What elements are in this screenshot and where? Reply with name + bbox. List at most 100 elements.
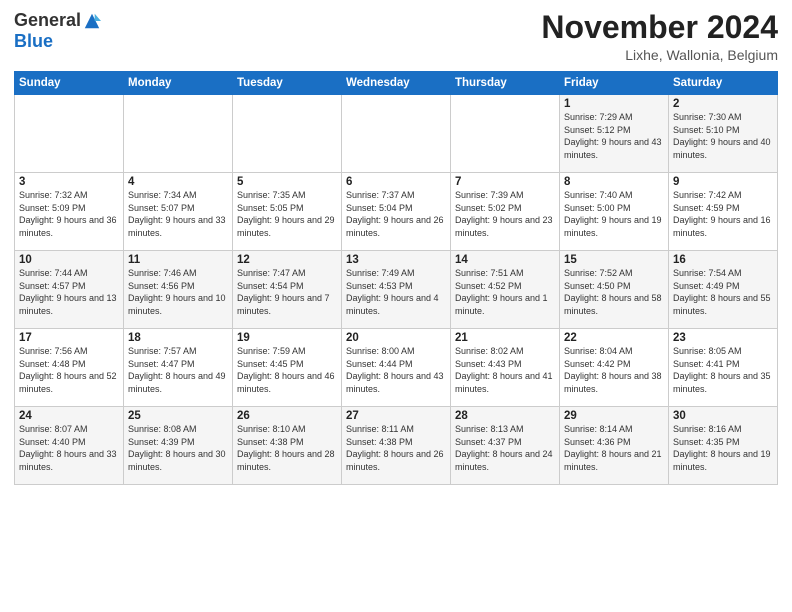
calendar-day-cell: 11Sunrise: 7:46 AMSunset: 4:56 PMDayligh… xyxy=(124,251,233,329)
day-number: 28 xyxy=(455,410,555,422)
calendar-day-cell: 3Sunrise: 7:32 AMSunset: 5:09 PMDaylight… xyxy=(15,173,124,251)
day-info: Sunrise: 8:00 AMSunset: 4:44 PMDaylight:… xyxy=(346,345,446,395)
calendar-header: SundayMondayTuesdayWednesdayThursdayFrid… xyxy=(15,72,778,95)
day-info: Sunrise: 7:51 AMSunset: 4:52 PMDaylight:… xyxy=(455,267,555,317)
weekday-header: Sunday xyxy=(15,72,124,95)
weekday-header: Thursday xyxy=(451,72,560,95)
calendar-day-cell: 24Sunrise: 8:07 AMSunset: 4:40 PMDayligh… xyxy=(15,407,124,485)
day-number: 15 xyxy=(564,254,664,266)
calendar-week-row: 10Sunrise: 7:44 AMSunset: 4:57 PMDayligh… xyxy=(15,251,778,329)
calendar-day-cell xyxy=(124,95,233,173)
day-number: 1 xyxy=(564,98,664,110)
day-info: Sunrise: 8:13 AMSunset: 4:37 PMDaylight:… xyxy=(455,423,555,473)
day-number: 20 xyxy=(346,332,446,344)
day-info: Sunrise: 7:54 AMSunset: 4:49 PMDaylight:… xyxy=(673,267,773,317)
calendar-day-cell xyxy=(233,95,342,173)
day-info: Sunrise: 7:52 AMSunset: 4:50 PMDaylight:… xyxy=(564,267,664,317)
logo-general-text: General xyxy=(14,10,81,31)
day-number: 7 xyxy=(455,176,555,188)
day-info: Sunrise: 8:07 AMSunset: 4:40 PMDaylight:… xyxy=(19,423,119,473)
day-info: Sunrise: 8:05 AMSunset: 4:41 PMDaylight:… xyxy=(673,345,773,395)
calendar-day-cell: 6Sunrise: 7:37 AMSunset: 5:04 PMDaylight… xyxy=(342,173,451,251)
day-info: Sunrise: 7:35 AMSunset: 5:05 PMDaylight:… xyxy=(237,189,337,239)
day-info: Sunrise: 7:37 AMSunset: 5:04 PMDaylight:… xyxy=(346,189,446,239)
day-info: Sunrise: 8:16 AMSunset: 4:35 PMDaylight:… xyxy=(673,423,773,473)
day-info: Sunrise: 7:46 AMSunset: 4:56 PMDaylight:… xyxy=(128,267,228,317)
calendar-day-cell: 18Sunrise: 7:57 AMSunset: 4:47 PMDayligh… xyxy=(124,329,233,407)
calendar-day-cell xyxy=(15,95,124,173)
calendar-day-cell: 26Sunrise: 8:10 AMSunset: 4:38 PMDayligh… xyxy=(233,407,342,485)
calendar-day-cell: 15Sunrise: 7:52 AMSunset: 4:50 PMDayligh… xyxy=(560,251,669,329)
day-info: Sunrise: 7:49 AMSunset: 4:53 PMDaylight:… xyxy=(346,267,446,317)
calendar-day-cell: 1Sunrise: 7:29 AMSunset: 5:12 PMDaylight… xyxy=(560,95,669,173)
title-area: November 2024 Lixhe, Wallonia, Belgium xyxy=(541,10,778,63)
day-number: 29 xyxy=(564,410,664,422)
day-number: 25 xyxy=(128,410,228,422)
calendar-day-cell: 19Sunrise: 7:59 AMSunset: 4:45 PMDayligh… xyxy=(233,329,342,407)
day-info: Sunrise: 7:39 AMSunset: 5:02 PMDaylight:… xyxy=(455,189,555,239)
calendar-week-row: 17Sunrise: 7:56 AMSunset: 4:48 PMDayligh… xyxy=(15,329,778,407)
day-number: 30 xyxy=(673,410,773,422)
calendar-day-cell: 25Sunrise: 8:08 AMSunset: 4:39 PMDayligh… xyxy=(124,407,233,485)
calendar-day-cell: 29Sunrise: 8:14 AMSunset: 4:36 PMDayligh… xyxy=(560,407,669,485)
day-info: Sunrise: 7:40 AMSunset: 5:00 PMDaylight:… xyxy=(564,189,664,239)
day-info: Sunrise: 8:11 AMSunset: 4:38 PMDaylight:… xyxy=(346,423,446,473)
day-info: Sunrise: 7:47 AMSunset: 4:54 PMDaylight:… xyxy=(237,267,337,317)
calendar-body: 1Sunrise: 7:29 AMSunset: 5:12 PMDaylight… xyxy=(15,95,778,485)
day-info: Sunrise: 8:08 AMSunset: 4:39 PMDaylight:… xyxy=(128,423,228,473)
day-number: 9 xyxy=(673,176,773,188)
day-number: 5 xyxy=(237,176,337,188)
calendar-day-cell: 4Sunrise: 7:34 AMSunset: 5:07 PMDaylight… xyxy=(124,173,233,251)
calendar-day-cell: 8Sunrise: 7:40 AMSunset: 5:00 PMDaylight… xyxy=(560,173,669,251)
weekday-header: Friday xyxy=(560,72,669,95)
day-number: 21 xyxy=(455,332,555,344)
day-info: Sunrise: 8:10 AMSunset: 4:38 PMDaylight:… xyxy=(237,423,337,473)
day-number: 19 xyxy=(237,332,337,344)
day-number: 24 xyxy=(19,410,119,422)
day-number: 22 xyxy=(564,332,664,344)
calendar-day-cell: 2Sunrise: 7:30 AMSunset: 5:10 PMDaylight… xyxy=(669,95,778,173)
day-info: Sunrise: 8:14 AMSunset: 4:36 PMDaylight:… xyxy=(564,423,664,473)
day-number: 10 xyxy=(19,254,119,266)
calendar-day-cell: 7Sunrise: 7:39 AMSunset: 5:02 PMDaylight… xyxy=(451,173,560,251)
calendar-day-cell: 14Sunrise: 7:51 AMSunset: 4:52 PMDayligh… xyxy=(451,251,560,329)
day-number: 4 xyxy=(128,176,228,188)
calendar-day-cell: 28Sunrise: 8:13 AMSunset: 4:37 PMDayligh… xyxy=(451,407,560,485)
day-info: Sunrise: 8:02 AMSunset: 4:43 PMDaylight:… xyxy=(455,345,555,395)
calendar-day-cell: 21Sunrise: 8:02 AMSunset: 4:43 PMDayligh… xyxy=(451,329,560,407)
calendar-day-cell xyxy=(342,95,451,173)
weekday-header: Saturday xyxy=(669,72,778,95)
day-number: 11 xyxy=(128,254,228,266)
weekday-header: Monday xyxy=(124,72,233,95)
day-info: Sunrise: 7:32 AMSunset: 5:09 PMDaylight:… xyxy=(19,189,119,239)
calendar-day-cell: 10Sunrise: 7:44 AMSunset: 4:57 PMDayligh… xyxy=(15,251,124,329)
day-info: Sunrise: 7:30 AMSunset: 5:10 PMDaylight:… xyxy=(673,111,773,161)
logo: General Blue xyxy=(14,10,101,52)
logo-icon xyxy=(83,12,101,30)
calendar-day-cell: 22Sunrise: 8:04 AMSunset: 4:42 PMDayligh… xyxy=(560,329,669,407)
day-info: Sunrise: 7:56 AMSunset: 4:48 PMDaylight:… xyxy=(19,345,119,395)
day-number: 16 xyxy=(673,254,773,266)
day-info: Sunrise: 7:59 AMSunset: 4:45 PMDaylight:… xyxy=(237,345,337,395)
day-info: Sunrise: 8:04 AMSunset: 4:42 PMDaylight:… xyxy=(564,345,664,395)
calendar-day-cell: 12Sunrise: 7:47 AMSunset: 4:54 PMDayligh… xyxy=(233,251,342,329)
calendar-day-cell: 9Sunrise: 7:42 AMSunset: 4:59 PMDaylight… xyxy=(669,173,778,251)
location: Lixhe, Wallonia, Belgium xyxy=(541,47,778,63)
calendar-day-cell: 16Sunrise: 7:54 AMSunset: 4:49 PMDayligh… xyxy=(669,251,778,329)
calendar-day-cell: 17Sunrise: 7:56 AMSunset: 4:48 PMDayligh… xyxy=(15,329,124,407)
day-info: Sunrise: 7:44 AMSunset: 4:57 PMDaylight:… xyxy=(19,267,119,317)
day-number: 26 xyxy=(237,410,337,422)
day-number: 14 xyxy=(455,254,555,266)
weekday-header: Wednesday xyxy=(342,72,451,95)
day-info: Sunrise: 7:57 AMSunset: 4:47 PMDaylight:… xyxy=(128,345,228,395)
calendar-week-row: 1Sunrise: 7:29 AMSunset: 5:12 PMDaylight… xyxy=(15,95,778,173)
calendar-day-cell: 27Sunrise: 8:11 AMSunset: 4:38 PMDayligh… xyxy=(342,407,451,485)
day-info: Sunrise: 7:34 AMSunset: 5:07 PMDaylight:… xyxy=(128,189,228,239)
day-info: Sunrise: 7:42 AMSunset: 4:59 PMDaylight:… xyxy=(673,189,773,239)
weekday-header-row: SundayMondayTuesdayWednesdayThursdayFrid… xyxy=(15,72,778,95)
logo-text: General xyxy=(14,10,101,31)
calendar-week-row: 24Sunrise: 8:07 AMSunset: 4:40 PMDayligh… xyxy=(15,407,778,485)
day-number: 12 xyxy=(237,254,337,266)
header: General Blue November 2024 Lixhe, Wallon… xyxy=(14,10,778,63)
day-number: 8 xyxy=(564,176,664,188)
